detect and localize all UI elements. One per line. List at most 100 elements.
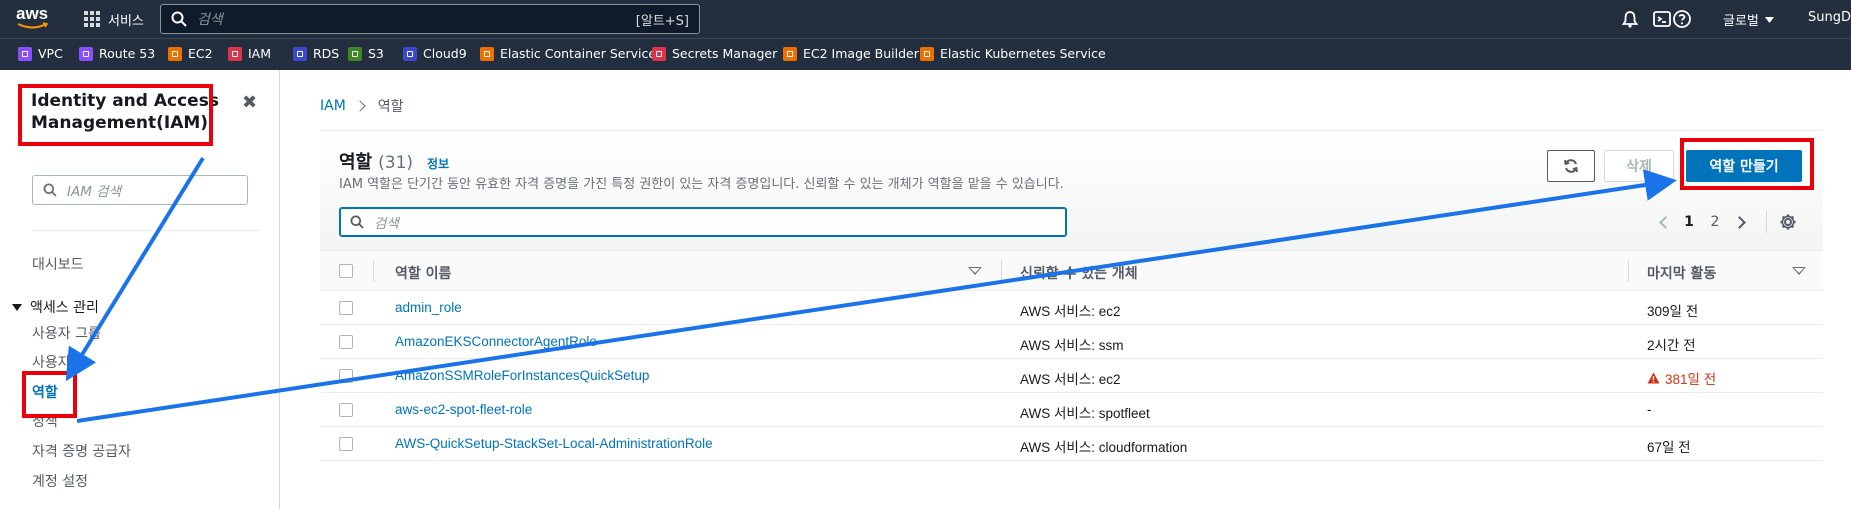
favorite-label: Route 53	[99, 46, 156, 61]
column-header-trusted-entity[interactable]: 신뢰할 수 있는 개체	[1020, 263, 1138, 283]
row-checkbox[interactable]	[339, 335, 353, 349]
service-icon	[79, 46, 93, 61]
sort-descending-icon[interactable]	[1792, 267, 1806, 275]
aws-logo-text: aws	[16, 4, 49, 23]
favorite-label: IAM	[248, 46, 272, 61]
trusted-entity: AWS 서비스: ec2	[1020, 304, 1121, 319]
previous-page-icon[interactable]	[1650, 211, 1676, 233]
role-name-link[interactable]: AmazonEKSConnectorAgentRole	[395, 334, 597, 349]
last-activity-warning: 381일 전	[1647, 368, 1716, 388]
account-menu[interactable]: SungDa	[1808, 10, 1851, 25]
region-selector[interactable]: 글로벌	[1723, 10, 1774, 29]
favorite-secrets-manager[interactable]: Secrets Manager	[652, 46, 777, 61]
sidebar-group-access-management[interactable]: 액세스 관리	[12, 297, 99, 317]
caret-down-icon	[1764, 16, 1774, 23]
favorite-label: EC2	[188, 46, 213, 61]
favorite-label: Cloud9	[423, 46, 467, 61]
favorite-elastic-kubernetes-service[interactable]: Elastic Kubernetes Service	[920, 46, 1106, 61]
global-search-input[interactable]: 검색 [알트+S]	[160, 4, 700, 34]
sidebar-item-account-settings[interactable]: 계정 설정	[32, 471, 88, 491]
page-2-button[interactable]: 2	[1702, 214, 1728, 230]
column-header-last-activity[interactable]: 마지막 활동	[1647, 263, 1716, 283]
favorite-iam[interactable]: IAM	[228, 46, 271, 61]
top-navigation: aws 서비스 검색 [알트+S] 글로벌 SungDa	[0, 0, 1851, 38]
table-row: admin_role AWS 서비스: ec2 309일 전	[320, 291, 1823, 325]
global-search-placeholder: 검색	[197, 12, 223, 28]
column-header-role-name[interactable]: 역할 이름	[395, 263, 451, 283]
breadcrumb-iam-link[interactable]: IAM	[320, 98, 346, 114]
search-icon	[350, 215, 364, 229]
close-icon[interactable]: ✖	[242, 92, 257, 113]
roles-count: (31)	[378, 153, 414, 173]
table-row: AWS-QuickSetup-StackSet-Local-Administra…	[320, 427, 1823, 461]
service-icon	[652, 46, 666, 61]
sidebar-search-placeholder: IAM 검색	[67, 184, 121, 200]
sidebar-item-identity-providers[interactable]: 자격 증명 공급자	[32, 441, 131, 461]
row-checkbox[interactable]	[339, 437, 353, 451]
sidebar-group-label: 액세스 관리	[30, 300, 99, 316]
last-activity: -	[1647, 402, 1652, 417]
favorite-vpc[interactable]: VPC	[18, 46, 63, 61]
sidebar-title: Identity and Access Management(IAM)	[31, 91, 219, 133]
services-menu-button[interactable]: 서비스	[84, 8, 144, 30]
favorite-label: VPC	[38, 46, 63, 61]
favorite-s3[interactable]: S3	[348, 46, 384, 61]
row-checkbox[interactable]	[339, 403, 353, 417]
sidebar-search-input[interactable]: IAM 검색	[32, 175, 248, 205]
service-icon	[403, 46, 417, 61]
aws-logo[interactable]: aws	[16, 5, 52, 31]
pagination: 1 2	[1650, 211, 1797, 233]
notifications-bell-icon[interactable]	[1620, 9, 1640, 29]
sidebar-item-user-groups[interactable]: 사용자 그룹	[32, 323, 101, 343]
sidebar-item-users[interactable]: 사용자	[32, 352, 71, 372]
role-name-link[interactable]: AWS-QuickSetup-StackSet-Local-Administra…	[395, 436, 713, 451]
row-checkbox[interactable]	[339, 301, 353, 315]
table-row: aws-ec2-spot-fleet-role AWS 서비스: spotfle…	[320, 393, 1823, 427]
sidebar-item-policies[interactable]: 정책	[32, 411, 58, 431]
delete-button[interactable]: 삭제	[1604, 150, 1674, 182]
favorite-ec2-image-builder[interactable]: EC2 Image Builder	[783, 46, 919, 61]
select-all-checkbox[interactable]	[339, 264, 353, 278]
warning-icon	[1647, 372, 1660, 384]
favorite-elastic-container-service[interactable]: Elastic Container Service	[480, 46, 656, 61]
last-activity: 67일 전	[1647, 440, 1691, 455]
help-icon[interactable]	[1672, 9, 1692, 29]
favorite-label: RDS	[313, 46, 340, 61]
service-icon	[920, 46, 934, 61]
next-page-icon[interactable]	[1728, 211, 1754, 233]
iam-sidebar: Identity and Access Management(IAM) ✖ IA…	[0, 70, 280, 509]
favorite-cloud9[interactable]: Cloud9	[403, 46, 467, 61]
sidebar-item-roles[interactable]: 역할	[32, 382, 58, 402]
region-label: 글로벌	[1723, 14, 1759, 29]
roles-search-input[interactable]: 검색	[339, 207, 1067, 237]
favorite-label: EC2 Image Builder	[803, 46, 919, 61]
role-name-link[interactable]: aws-ec2-spot-fleet-role	[395, 402, 532, 417]
refresh-button[interactable]	[1547, 150, 1595, 182]
favorite-rds[interactable]: RDS	[293, 46, 339, 61]
sort-descending-icon[interactable]	[968, 267, 982, 275]
chevron-right-icon	[354, 100, 366, 112]
roles-title: 역할	[339, 152, 373, 173]
services-grid-icon	[84, 11, 100, 27]
roles-description: IAM 역할은 단기간 동안 유효한 자격 증명을 가진 특정 권한이 있는 자…	[339, 177, 1064, 192]
role-name-link[interactable]: AmazonSSMRoleForInstancesQuickSetup	[395, 368, 649, 383]
search-shortcut-hint: [알트+S]	[635, 13, 689, 29]
create-role-button[interactable]: 역할 만들기	[1686, 150, 1802, 182]
last-activity: 381일 전	[1665, 372, 1717, 387]
favorite-label: Elastic Container Service	[500, 46, 657, 61]
favorite-ec2[interactable]: EC2	[168, 46, 213, 61]
trusted-entity: AWS 서비스: spotfleet	[1020, 406, 1150, 421]
favorite-route-53[interactable]: Route 53	[79, 46, 155, 61]
row-checkbox[interactable]	[339, 369, 353, 383]
page-1-button[interactable]: 1	[1676, 214, 1702, 230]
info-link[interactable]: 정보	[427, 155, 449, 172]
sidebar-item-dashboard[interactable]: 대시보드	[32, 254, 84, 274]
last-activity: 2시간 전	[1647, 338, 1696, 353]
roles-panel-header: 역할 (31) 정보 IAM 역할은 단기간 동안 유효한 자격 증명을 가진 …	[320, 131, 1823, 250]
cloudshell-icon[interactable]	[1652, 9, 1672, 29]
service-icon	[480, 46, 494, 61]
gear-icon[interactable]	[1779, 213, 1797, 231]
role-name-link[interactable]: admin_role	[395, 300, 462, 315]
expand-caret-icon	[12, 303, 22, 311]
column-divider	[373, 260, 374, 282]
